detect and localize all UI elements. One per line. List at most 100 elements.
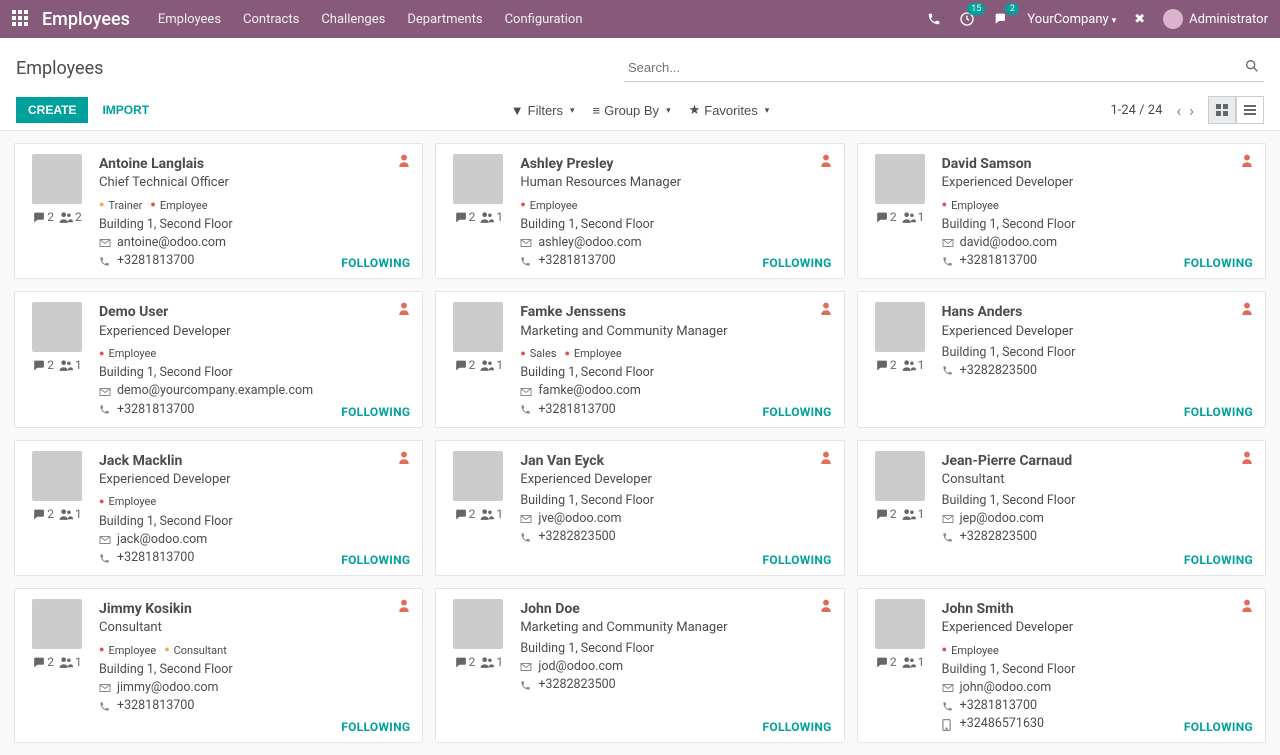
filters-button[interactable]: ▼Filters — [511, 102, 575, 118]
employee-photo — [453, 599, 503, 649]
list-view-button[interactable] — [1236, 96, 1264, 124]
employee-title: Consultant — [99, 619, 410, 638]
presence-icon — [1241, 302, 1253, 315]
employee-card[interactable]: 2 1 Hans Anders Experienced Developer Bu… — [857, 291, 1266, 427]
following-label[interactable]: FOLLOWING — [1184, 720, 1253, 734]
location-line: Building 1, Second Floor — [942, 216, 1253, 234]
message-icon[interactable] — [32, 656, 45, 668]
followers-icon[interactable] — [902, 211, 916, 223]
page-title: Employees — [16, 58, 103, 79]
following-label[interactable]: FOLLOWING — [1184, 405, 1253, 419]
followers-icon[interactable] — [59, 508, 73, 520]
presence-icon — [1241, 154, 1253, 167]
phone-icon[interactable] — [927, 12, 941, 26]
following-label[interactable]: FOLLOWING — [341, 720, 410, 734]
employee-card[interactable]: 2 1 Jan Van Eyck Experienced Developer B… — [435, 440, 844, 576]
phone-icon — [942, 365, 954, 376]
tag-list: Employee — [99, 344, 410, 363]
following-label[interactable]: FOLLOWING — [341, 405, 410, 419]
message-icon[interactable] — [454, 211, 467, 223]
tag-list: TrainerEmployee — [99, 195, 410, 214]
following-label[interactable]: FOLLOWING — [763, 405, 832, 419]
create-button[interactable]: CREATE — [16, 97, 88, 123]
following-label[interactable]: FOLLOWING — [763, 256, 832, 270]
search-icon[interactable] — [1244, 58, 1260, 74]
phone-icon — [942, 701, 954, 712]
message-icon[interactable] — [32, 508, 45, 520]
tag: Consultant — [164, 643, 227, 659]
kanban-view-button[interactable] — [1208, 96, 1236, 124]
followers-icon[interactable] — [902, 359, 916, 371]
pager-text: 1-24 / 24 — [1110, 103, 1162, 118]
following-label[interactable]: FOLLOWING — [763, 720, 832, 734]
following-label[interactable]: FOLLOWING — [1184, 256, 1253, 270]
employee-photo — [875, 154, 925, 204]
employee-card[interactable]: 2 1 Ashley Presley Human Resources Manag… — [435, 143, 844, 279]
employee-photo — [32, 302, 82, 352]
phone-icon — [99, 553, 111, 564]
activity-icon[interactable]: 15 — [959, 11, 975, 27]
company-switcher[interactable]: YourCompany — [1027, 12, 1116, 27]
employee-card[interactable]: 2 1 Jimmy Kosikin Consultant EmployeeCon… — [14, 588, 423, 742]
message-icon[interactable] — [875, 211, 888, 223]
following-label[interactable]: FOLLOWING — [763, 553, 832, 567]
followers-icon[interactable] — [902, 508, 916, 520]
followers-icon[interactable] — [902, 656, 916, 668]
message-icon[interactable] — [454, 359, 467, 371]
favorites-button[interactable]: ★Favorites — [689, 102, 770, 118]
pager-prev[interactable]: ‹ — [1176, 101, 1181, 120]
search-input[interactable] — [624, 54, 1264, 81]
followers-icon[interactable] — [480, 211, 494, 223]
followers-icon[interactable] — [480, 656, 494, 668]
nav-contracts[interactable]: Contracts — [243, 12, 299, 27]
tag: Employee — [99, 346, 156, 362]
location-line: Building 1, Second Floor — [99, 216, 410, 234]
following-label[interactable]: FOLLOWING — [1184, 553, 1253, 567]
employee-name: Jack Macklin — [99, 451, 410, 471]
employee-title: Consultant — [942, 471, 1253, 490]
employee-card[interactable]: 2 1 David Samson Experienced Developer E… — [857, 143, 1266, 279]
nav-challenges[interactable]: Challenges — [321, 12, 385, 27]
nav-configuration[interactable]: Configuration — [505, 12, 583, 27]
employee-card[interactable]: 2 1 Jack Macklin Experienced Developer E… — [14, 440, 423, 576]
debug-icon[interactable]: ✖ — [1134, 12, 1145, 27]
apps-icon[interactable] — [12, 10, 30, 28]
location-line: Building 1, Second Floor — [99, 364, 410, 382]
groupby-button[interactable]: ≡Group By — [593, 102, 671, 118]
phone-icon — [99, 404, 111, 415]
envelope-icon — [520, 514, 532, 524]
envelope-icon — [520, 387, 532, 397]
message-icon[interactable] — [32, 211, 45, 223]
phone-icon — [520, 680, 532, 691]
followers-icon[interactable] — [59, 656, 73, 668]
followers-icon[interactable] — [59, 211, 73, 223]
employee-photo — [453, 154, 503, 204]
followers-icon[interactable] — [59, 359, 73, 371]
following-label[interactable]: FOLLOWING — [341, 553, 410, 567]
employee-card[interactable]: 2 1 John Smith Experienced Developer Emp… — [857, 588, 1266, 742]
employee-card[interactable]: 2 1 Demo User Experienced Developer Empl… — [14, 291, 423, 427]
message-icon[interactable] — [875, 508, 888, 520]
nav-employees[interactable]: Employees — [158, 12, 221, 27]
messaging-icon[interactable]: 2 — [993, 11, 1009, 27]
employee-card[interactable]: 2 1 John Doe Marketing and Community Man… — [435, 588, 844, 742]
message-icon[interactable] — [454, 656, 467, 668]
employee-name: Hans Anders — [942, 302, 1253, 322]
followers-icon[interactable] — [480, 508, 494, 520]
user-menu[interactable]: Administrator — [1163, 9, 1268, 29]
employee-card[interactable]: 2 1 Jean-Pierre Carnaud Consultant Build… — [857, 440, 1266, 576]
message-icon[interactable] — [875, 359, 888, 371]
import-button[interactable]: IMPORT — [102, 97, 149, 123]
followers-icon[interactable] — [480, 359, 494, 371]
envelope-icon — [942, 238, 954, 248]
nav-departments[interactable]: Departments — [407, 12, 482, 27]
pager-next[interactable]: › — [1189, 101, 1194, 120]
following-label[interactable]: FOLLOWING — [341, 256, 410, 270]
employee-card[interactable]: 2 2 Antoine Langlais Chief Technical Off… — [14, 143, 423, 279]
message-icon[interactable] — [875, 656, 888, 668]
employee-card[interactable]: 2 1 Famke Jenssens Marketing and Communi… — [435, 291, 844, 427]
employee-title: Human Resources Manager — [520, 174, 831, 193]
message-icon[interactable] — [32, 359, 45, 371]
tag-list: Employee — [942, 640, 1253, 659]
message-icon[interactable] — [454, 508, 467, 520]
